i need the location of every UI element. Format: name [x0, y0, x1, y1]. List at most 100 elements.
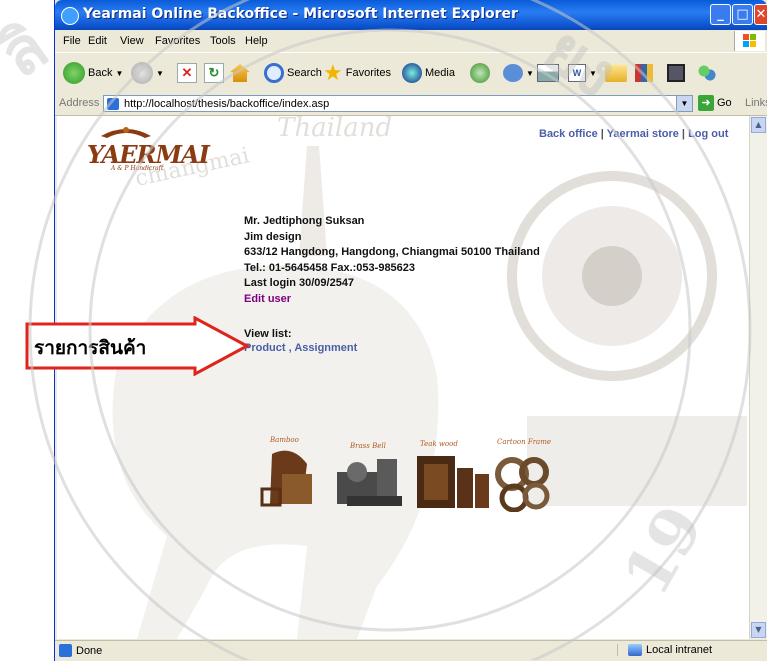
product-category-images: Bamboo Brass Bell Teak wood Cartoon Fram… — [260, 436, 551, 512]
security-zone[interactable]: Local intranet — [617, 644, 712, 656]
yaermai-logo[interactable]: YAERMAI A & P Handicraft — [71, 122, 210, 172]
status-text: Done — [76, 644, 103, 657]
menu-edit[interactable]: Edit — [88, 35, 107, 47]
favorites-label: Favorites — [345, 67, 391, 79]
vertical-scrollbar[interactable]: ▲ ▼ — [749, 116, 767, 639]
media-button[interactable]: Media — [402, 61, 455, 85]
brass-bell-category-image[interactable]: Brass Bell — [337, 442, 402, 506]
product-link[interactable]: Product — [244, 342, 286, 354]
back-arrow-icon — [63, 62, 85, 84]
messenger-icon — [697, 63, 717, 83]
menu-tools[interactable]: Tools — [210, 35, 236, 47]
logout-link[interactable]: Log out — [688, 128, 728, 140]
product-label-teak-wood: Teak wood — [420, 440, 458, 448]
address-label: Address — [59, 97, 100, 109]
film-icon — [667, 64, 685, 82]
favorites-button[interactable]: ★ Favorites — [323, 61, 391, 85]
svg-text:Thailand: Thailand — [277, 116, 392, 143]
view-list-label: View list: — [244, 328, 292, 340]
callout-label: รายการสินค้า — [34, 337, 147, 359]
search-button[interactable]: Search — [264, 61, 322, 85]
scroll-up-icon[interactable]: ▲ — [751, 117, 766, 133]
page-content: Thailand chiangmai YAERMAI A & P Handicr… — [57, 116, 749, 639]
chevron-down-icon: ▼ — [589, 68, 597, 78]
scroll-down-icon[interactable]: ▼ — [751, 622, 766, 638]
address-url: http://localhost/thesis/backoffice/index… — [124, 98, 330, 110]
logo-subtitle: A & P Handicraft — [111, 165, 164, 172]
chevron-down-icon: ▼ — [156, 68, 164, 78]
svg-text:ลิ: ลิ — [0, 9, 61, 93]
refresh-icon: ↻ — [204, 63, 224, 83]
product-label-brass-bell: Brass Bell — [349, 442, 386, 450]
go-arrow-icon: ➜ — [698, 95, 714, 111]
menu-file[interactable]: File — [63, 35, 81, 47]
yaermai-store-link[interactable]: Yaermai store — [607, 128, 679, 140]
menu-view[interactable]: View — [120, 35, 144, 47]
star-icon: ★ — [323, 60, 343, 85]
user-address: 633/12 Hangdong, Hangdong, Chiangmai 501… — [244, 246, 540, 258]
print-button[interactable] — [537, 61, 559, 85]
buddies-button[interactable] — [697, 61, 717, 85]
folder-button[interactable] — [605, 61, 627, 85]
stop-button[interactable]: ✕ — [177, 61, 197, 85]
address-input[interactable]: http://localhost/thesis/backoffice/index… — [103, 95, 693, 112]
minimize-button[interactable]: _ — [710, 4, 731, 25]
history-button[interactable] — [470, 61, 490, 85]
forward-button[interactable]: ▼ — [131, 61, 164, 85]
chevron-down-icon: ▼ — [115, 68, 124, 78]
user-company: Jim design — [244, 230, 302, 243]
chevron-down-icon[interactable]: ▼ — [676, 96, 692, 111]
user-name: Mr. Jedtiphong Suksan — [244, 215, 365, 227]
status-done: Done — [59, 644, 102, 657]
teak-wood-category-image[interactable]: Teak wood — [417, 440, 489, 508]
media-label: Media — [425, 67, 455, 79]
home-button[interactable] — [230, 61, 250, 85]
folder-icon — [605, 64, 627, 82]
assignment-link[interactable]: Assignment — [294, 342, 357, 354]
edit-user-link[interactable]: Edit user — [244, 292, 540, 308]
address-bar: Address http://localhost/thesis/backoffi… — [55, 93, 767, 116]
stop-icon: ✕ — [177, 63, 197, 83]
ie-icon — [61, 7, 79, 25]
background-watermark-image: Thailand chiangmai — [112, 116, 747, 639]
mail-button[interactable]: ▼ — [503, 61, 534, 85]
home-icon — [230, 64, 250, 82]
media-icon — [402, 63, 422, 83]
chevron-down-icon: ▼ — [526, 68, 534, 78]
maximize-button[interactable]: □ — [732, 4, 753, 25]
history-icon — [470, 63, 490, 83]
back-button[interactable]: Back ▼ — [63, 61, 123, 85]
close-button[interactable]: ✕ — [754, 4, 767, 25]
research-button[interactable] — [635, 61, 653, 85]
product-label-bamboo: Bamboo — [269, 436, 299, 444]
intranet-icon — [628, 644, 642, 656]
back-office-link[interactable]: Back office — [539, 128, 598, 140]
books-icon — [635, 64, 653, 82]
menu-help[interactable]: Help — [245, 35, 268, 47]
refresh-button[interactable]: ↻ — [204, 61, 224, 85]
status-bar: Done Local intranet — [55, 640, 767, 661]
standard-toolbar: Back ▼ ▼ ✕ ↻ Search ★ Favorites Media ▼ … — [55, 52, 767, 94]
menu-bar: File Edit View Favorites Tools Help — [55, 31, 767, 51]
cartoon-frame-category-image[interactable]: Cartoon Frame — [495, 438, 551, 512]
menu-favorites[interactable]: Favorites — [155, 35, 200, 47]
links-button[interactable]: Links — [745, 97, 767, 109]
go-button[interactable]: ➜ Go — [698, 95, 732, 111]
messenger-button[interactable] — [667, 61, 685, 85]
mail-icon — [503, 64, 523, 82]
title-bar[interactable]: Yearmai Online Backoffice - Microsoft In… — [55, 0, 767, 30]
window-title: Yearmai Online Backoffice - Microsoft In… — [83, 6, 518, 22]
word-icon: W — [568, 64, 586, 82]
bamboo-category-image[interactable]: Bamboo — [260, 436, 312, 507]
page-icon — [107, 98, 119, 110]
nav-separator: | — [678, 128, 689, 140]
nav-separator: | — [597, 128, 607, 140]
product-label-cartoon-frame: Cartoon Frame — [497, 438, 551, 446]
windows-logo-icon — [734, 31, 765, 51]
last-login: Last login 30/09/2547 — [244, 277, 355, 289]
user-info: Mr. Jedtiphong Suksan Jim design 633/12 … — [244, 214, 540, 307]
printer-icon — [537, 64, 559, 82]
edit-button[interactable]: W ▼ — [568, 61, 597, 85]
top-nav: Back office | Yaermai store | Log out — [539, 128, 728, 140]
page-done-icon — [59, 644, 72, 657]
